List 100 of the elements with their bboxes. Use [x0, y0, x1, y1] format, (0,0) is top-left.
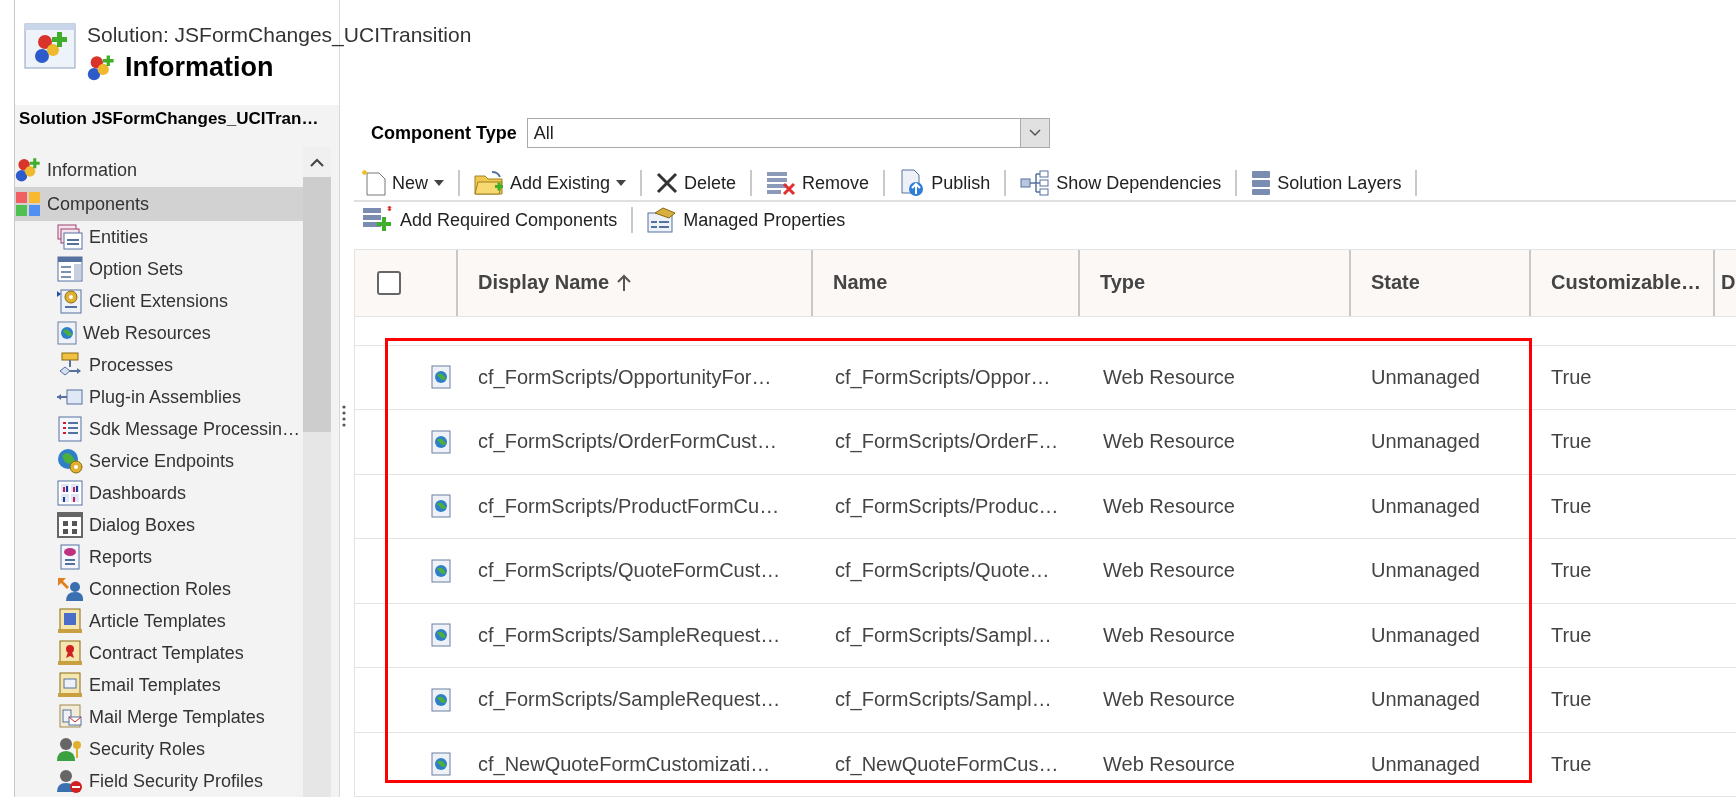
table-cell-text: True: [1550, 622, 1593, 648]
column-header[interactable]: State: [1371, 271, 1420, 294]
nav-item[interactable]: Mail Merge Templates: [15, 701, 303, 733]
table-cell-text: Unmanaged: [1370, 751, 1481, 777]
forms-stack-icon: [57, 224, 83, 250]
toolbar-button[interactable]: Add Required Components: [362, 204, 632, 237]
toolbar-button[interactable]: Add Existing: [474, 167, 641, 200]
table-cell-text: True: [1550, 364, 1593, 390]
grip-icon[interactable]: [342, 405, 346, 429]
nav-item[interactable]: Reports: [15, 541, 303, 573]
nav-item[interactable]: Components: [15, 187, 303, 221]
report-icon: [57, 544, 83, 570]
new-document-icon: [362, 170, 386, 197]
table-cell-text: cf_NewQuoteFormCus…: [834, 751, 1060, 778]
nav-item[interactable]: Entities: [15, 221, 303, 253]
table-cell-text: cf_FormScripts/OrderFormCust…: [477, 429, 778, 455]
component-type-select[interactable]: All: [526, 118, 1050, 148]
table-cell-text: True: [1550, 558, 1593, 584]
table-cell-text: True: [1550, 687, 1593, 713]
scrollbar[interactable]: [303, 147, 331, 797]
toolbar-button[interactable]: Remove: [766, 167, 884, 200]
nav-item[interactable]: Dialog Boxes: [15, 509, 303, 541]
table-cell-text: cf_NewQuoteFormCustomizati…: [477, 751, 772, 778]
table-cell-text: cf_FormScripts/OpportunityFor…: [477, 364, 773, 391]
nav-item[interactable]: Sdk Message Processin…: [15, 413, 303, 445]
people-arrows-icon: [57, 576, 83, 602]
filter-label: Component Type: [371, 122, 517, 144]
web-document-icon: [431, 752, 451, 777]
nav-item[interactable]: Field Security Profiles: [15, 765, 303, 797]
solution-title: Solution: JSFormChanges_UCITransition: [87, 22, 472, 48]
color-tiles-icon: [15, 191, 41, 217]
web-document-icon: [431, 429, 451, 454]
chevron-down-icon: [1028, 129, 1041, 137]
table-cell-text: cf_FormScripts/Oppor…: [834, 364, 1052, 391]
table-cell-text: Unmanaged: [1370, 493, 1481, 519]
table-cell-text: Web Resource: [1102, 364, 1236, 390]
person-blocked-icon: [57, 768, 83, 794]
nav-item[interactable]: Processes: [15, 349, 303, 381]
table-cell-text: Web Resource: [1102, 687, 1236, 713]
table-cell-text: cf_FormScripts/QuoteFormCust…: [477, 558, 782, 584]
nav-item[interactable]: Plug-in Assemblies: [15, 381, 303, 413]
list-remove-icon: [766, 170, 797, 197]
document-gear-icon: [57, 288, 83, 314]
list-panel-icon: [57, 256, 83, 282]
table-cell-text: True: [1550, 429, 1593, 455]
web-document-icon: [431, 365, 451, 390]
table-cell-text: True: [1550, 751, 1593, 777]
person-key-icon: [57, 736, 83, 762]
table-cell-text: cf_FormScripts/Produc…: [834, 493, 1060, 520]
nav-item[interactable]: Email Templates: [15, 669, 303, 701]
nav-item[interactable]: Information: [15, 153, 303, 187]
table-cell-text: Web Resource: [1102, 558, 1236, 584]
certificate-mail-icon: [57, 672, 83, 698]
table-cell-text: cf_FormScripts/ProductFormCu…: [477, 493, 781, 520]
flowchart-icon: [57, 352, 83, 378]
caret-icon: [616, 180, 627, 187]
toolbar-button[interactable]: Publish: [899, 167, 1005, 200]
layers-icon: [1251, 170, 1272, 197]
nav-item[interactable]: Client Extensions: [15, 285, 303, 317]
select-all-checkbox[interactable]: [377, 270, 401, 295]
toolbar-button[interactable]: Show Dependencies: [1020, 167, 1236, 200]
nav-item[interactable]: Contract Templates: [15, 637, 303, 669]
nav-item[interactable]: Article Templates: [15, 605, 303, 637]
table-cell-text: cf_FormScripts/SampleRequest…: [477, 687, 782, 713]
column-header[interactable]: Name: [833, 271, 888, 294]
caret-icon: [434, 180, 444, 187]
delete-icon: [656, 172, 679, 195]
nav-item[interactable]: Dashboards: [15, 477, 303, 509]
toolbar-button[interactable]: Solution Layers: [1251, 167, 1416, 200]
table-cell-text: True: [1550, 493, 1593, 519]
nav-item[interactable]: Connection Roles: [15, 573, 303, 605]
web-document-icon: [431, 558, 451, 583]
column-header[interactable]: Customizable…: [1551, 271, 1702, 294]
column-header[interactable]: Type: [1100, 271, 1146, 294]
list-document-icon: [57, 416, 83, 442]
toolbar-button[interactable]: Managed Properties: [647, 204, 860, 237]
table-cell-text: Unmanaged: [1370, 364, 1481, 390]
toolbar-button[interactable]: Delete: [656, 167, 751, 200]
globe-gear-icon: [57, 448, 83, 474]
certificate-ribbon-icon: [57, 640, 83, 666]
documents-mail-icon: [57, 704, 83, 730]
table-cell-text: cf_FormScripts/OrderF…: [834, 429, 1060, 455]
molecule-icon: [87, 53, 115, 82]
table-cell-text: Unmanaged: [1370, 687, 1481, 713]
solution-name: Solution JSFormChanges_UCITran…: [18, 108, 320, 130]
nav-item[interactable]: Security Roles: [15, 733, 303, 765]
web-document-icon: [57, 321, 77, 345]
nav-item[interactable]: Option Sets: [15, 253, 303, 285]
web-document-icon: [431, 494, 451, 519]
table-cell-text: cf_FormScripts/SampleRequest…: [477, 622, 782, 649]
table-cell-text: Web Resource: [1102, 622, 1236, 648]
nav-item[interactable]: Service Endpoints: [15, 445, 303, 477]
column-header[interactable]: Display Name: [478, 271, 610, 294]
chevron-up-icon: [310, 157, 324, 167]
hierarchy-icon: [1020, 170, 1051, 197]
tile-grid-icon: [57, 512, 83, 538]
toolbar-button[interactable]: New: [362, 167, 458, 200]
column-header[interactable]: D: [1721, 271, 1736, 294]
table-cell-text: cf_FormScripts/Sampl…: [834, 622, 1053, 649]
nav-item[interactable]: Web Resources: [15, 317, 303, 349]
